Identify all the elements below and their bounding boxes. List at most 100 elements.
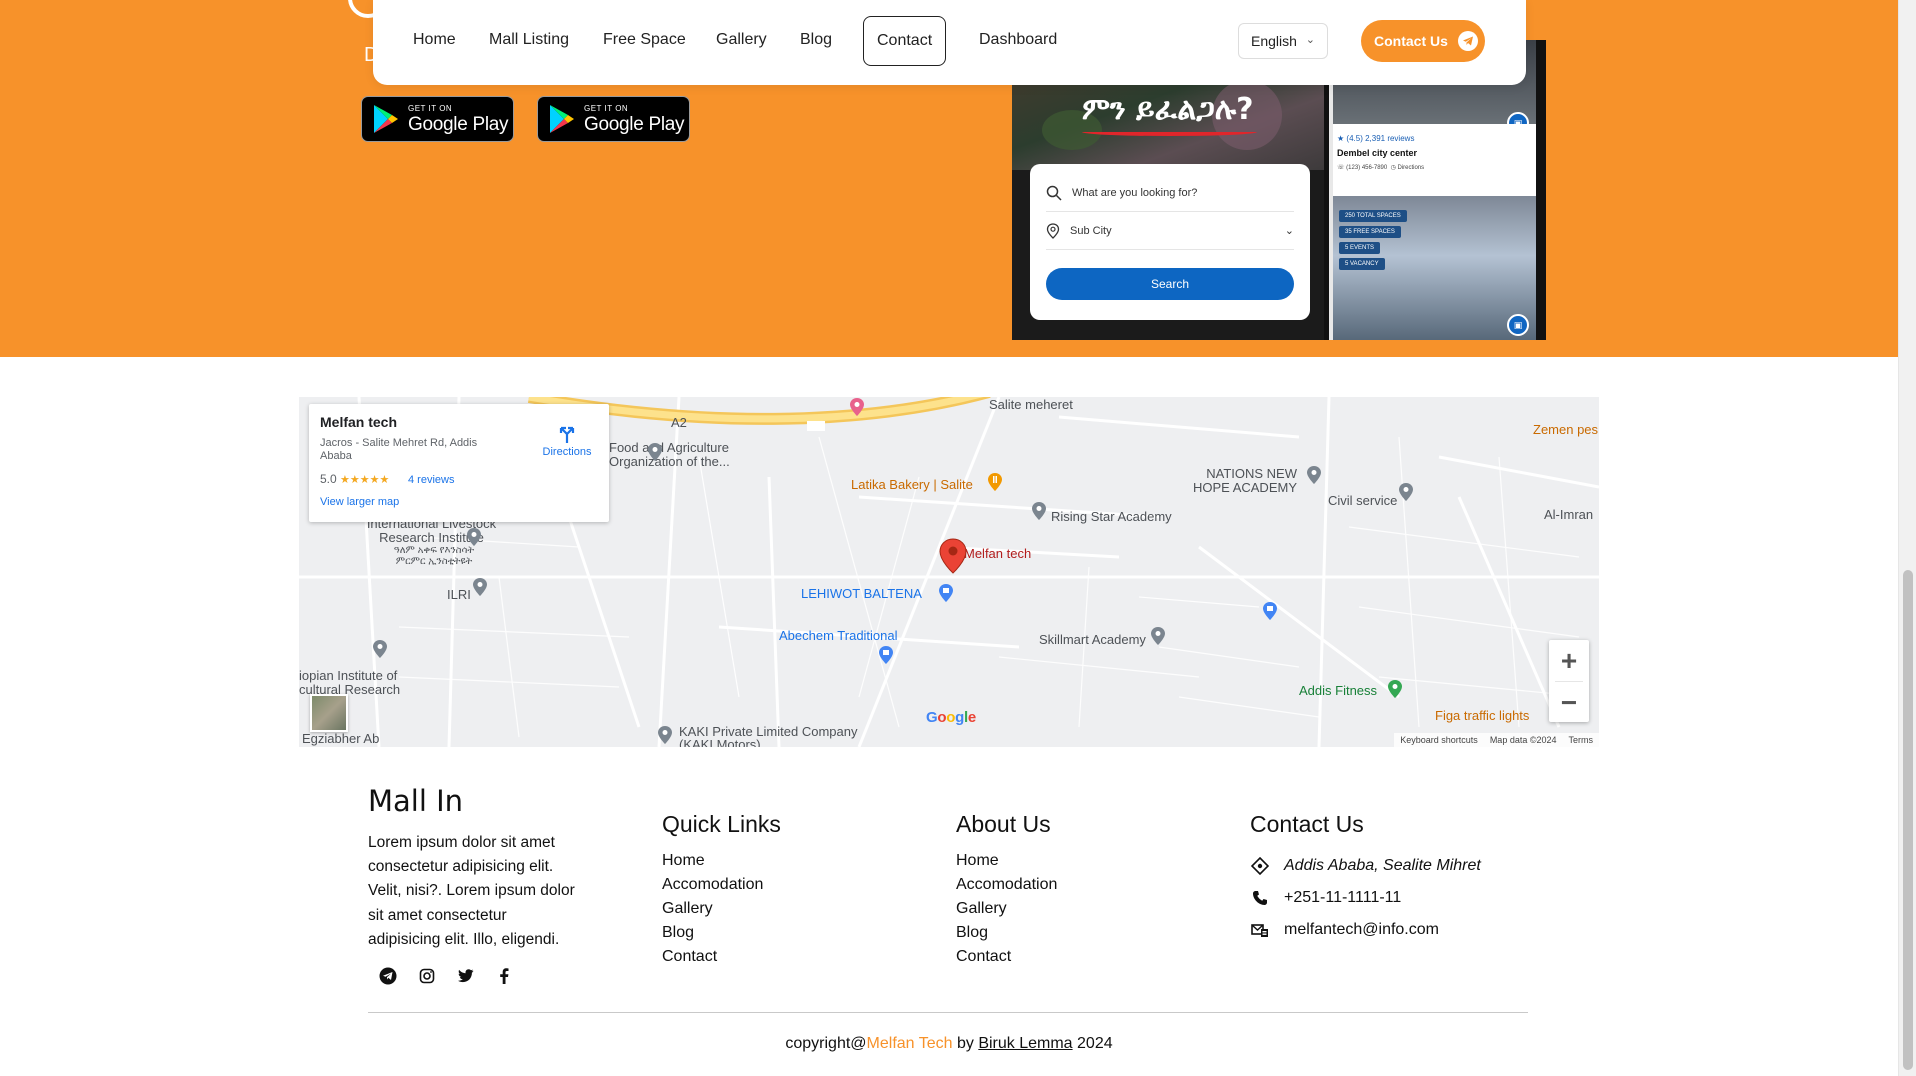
contact-phone-text[interactable]: +251-11-1111-11	[1284, 889, 1401, 907]
instagram-icon[interactable]	[417, 966, 437, 986]
poi-pin-icon[interactable]	[466, 527, 482, 547]
copyright-brand-link[interactable]: Melfan Tech	[867, 1035, 953, 1052]
about-link-blog[interactable]: Blog	[956, 924, 988, 942]
contact-address: Addis Ababa, Sealite Mihret	[1250, 856, 1481, 876]
nav-free-space[interactable]: Free Space	[603, 28, 686, 52]
listing-directions: Directions	[1397, 165, 1425, 171]
map-label-kaki: KAKI Private Limited Company (KAKI Motor…	[679, 724, 858, 747]
tag-free-spaces: 35 FREE SPACES	[1339, 226, 1401, 238]
poi-pin-icon[interactable]	[372, 639, 388, 659]
nav-contact[interactable]: Contact	[863, 16, 947, 66]
copyright-author-link[interactable]: Biruk Lemma	[978, 1035, 1072, 1052]
poi-pin-icon[interactable]	[647, 442, 663, 462]
map-label-rising: Rising Star Academy	[1051, 509, 1172, 524]
nav-dashboard[interactable]: Dashboard	[979, 28, 1057, 52]
shopping-pin-icon[interactable]	[938, 583, 954, 603]
store-icon: ▣	[1507, 314, 1529, 336]
quick-links-title: Quick Links	[662, 811, 781, 837]
telegram-icon[interactable]	[378, 966, 398, 986]
poi-pin-icon[interactable]	[1398, 482, 1414, 502]
location-diamond-icon	[1250, 856, 1270, 876]
terms-link[interactable]: Terms	[1569, 735, 1594, 745]
contact-address-text: Addis Ababa, Sealite Mihret	[1284, 857, 1481, 874]
nav-blog[interactable]: Blog	[800, 28, 832, 52]
page-scrollbar[interactable]	[1898, 0, 1916, 1076]
fitness-pin-icon[interactable]	[1387, 679, 1403, 699]
mail-icon	[1250, 920, 1270, 940]
quick-link-home[interactable]: Home	[662, 852, 705, 870]
school-pin-icon[interactable]	[1306, 465, 1322, 485]
badge-big-text: Google Play	[408, 113, 509, 135]
phone-search-field: What are you looking for?	[1046, 174, 1294, 212]
listing-phone: (123) 456-7890	[1346, 165, 1388, 171]
about-link-gallery[interactable]: Gallery	[956, 900, 1007, 918]
telegram-icon	[1457, 31, 1478, 51]
place-rating: 5.0 ★★★★★	[320, 472, 389, 486]
shopping-pin-icon[interactable]	[878, 645, 894, 665]
directions-button[interactable]: Directions	[537, 424, 597, 458]
badge-big-text: Google Play	[584, 113, 685, 135]
place-info-card: Melfan tech Jacros - Salite Mehret Rd, A…	[309, 404, 609, 522]
phone-mockup-listing: ▣ ★ (4.5) 2,391 reviews Dembel city cent…	[1326, 40, 1546, 340]
zoom-out-button[interactable]: −	[1549, 682, 1589, 723]
nav-gallery[interactable]: Gallery	[716, 28, 767, 52]
contact-phone: +251-11-1111-11	[1250, 888, 1401, 908]
map-label-egziabher: Egziabher Ab	[302, 731, 380, 746]
twitter-icon[interactable]	[456, 966, 476, 986]
map-label-alimran: Al-Imran	[1544, 507, 1594, 522]
reviews-link[interactable]: 4 reviews	[408, 474, 454, 486]
map-label-civil: Civil service	[1328, 493, 1398, 508]
zoom-in-button[interactable]: +	[1549, 640, 1589, 681]
google-play-badge-2[interactable]: GET IT ON Google Play	[537, 96, 690, 142]
phone-mockup-search: ምን ይፈልጋሉ? What are you looking for? Sub …	[1012, 40, 1328, 340]
poi-pin-icon[interactable]	[472, 577, 488, 597]
view-larger-map-link[interactable]: View larger map	[320, 496, 399, 508]
listing-rating: ★ (4.5) 2,391 reviews	[1337, 134, 1415, 143]
google-logo: Google	[926, 709, 976, 726]
google-map-embed[interactable]: A2 Food and Agriculture Organization of …	[299, 397, 1599, 747]
nav-home[interactable]: Home	[413, 28, 456, 52]
map-label-skillmart: Skillmart Academy	[1039, 632, 1146, 647]
shopping-pin-icon[interactable]	[1262, 601, 1278, 621]
map-label-figa: Figa traffic lights	[1435, 708, 1530, 723]
keyboard-shortcuts-link[interactable]: Keyboard shortcuts	[1400, 735, 1478, 745]
place-name: Melfan tech	[320, 414, 398, 430]
badge-small-text: GET IT ON	[408, 103, 453, 113]
contact-us-button[interactable]: Contact Us	[1361, 20, 1485, 62]
map-label-ilri: ILRI	[447, 587, 471, 602]
place-address: Jacros - Salite Mehret Rd, Addis Ababa	[320, 437, 478, 462]
scrollbar-thumb[interactable]	[1903, 570, 1913, 1070]
road-label: A2	[671, 415, 687, 430]
hotel-pin-icon[interactable]	[849, 397, 865, 417]
about-us-title: About Us	[956, 811, 1051, 837]
contact-us-title: Contact Us	[1250, 811, 1364, 837]
melfan-tech-pin-icon[interactable]	[939, 538, 967, 574]
map-zoom-control: + −	[1549, 640, 1589, 722]
about-link-contact[interactable]: Contact	[956, 948, 1011, 966]
quick-link-contact[interactable]: Contact	[662, 948, 717, 966]
about-link-accomodation[interactable]: Accomodation	[956, 876, 1057, 894]
quick-link-gallery[interactable]: Gallery	[662, 900, 713, 918]
satellite-toggle-button[interactable]	[310, 694, 348, 732]
poi-pin-icon[interactable]	[657, 725, 673, 745]
map-label-abechem: Abechem Traditional	[779, 628, 898, 643]
restaurant-pin-icon[interactable]	[987, 472, 1003, 492]
language-select[interactable]: English ⌄	[1238, 23, 1328, 59]
school-pin-icon[interactable]	[1150, 626, 1166, 646]
map-label-salite: Salite meheret	[989, 397, 1073, 412]
directions-icon	[559, 426, 575, 443]
nav-mall-listing[interactable]: Mall Listing	[489, 28, 569, 52]
about-link-home[interactable]: Home	[956, 852, 999, 870]
google-play-badge[interactable]: GET IT ON Google Play	[361, 96, 514, 142]
copyright-by: by	[952, 1035, 979, 1052]
contact-us-label: Contact Us	[1374, 33, 1448, 49]
listing-name: Dembel city center	[1337, 148, 1418, 158]
quick-link-blog[interactable]: Blog	[662, 924, 694, 942]
quick-link-accomodation[interactable]: Accomodation	[662, 876, 763, 894]
top-navbar: Home Mall Listing Free Space Gallery Blo…	[373, 0, 1526, 85]
map-label-latika: Latika Bakery | Salite	[851, 477, 973, 492]
contact-email-text[interactable]: melfantech@info.com	[1284, 921, 1439, 939]
facebook-icon[interactable]	[494, 966, 514, 986]
map-label-livestock-am: ዓለም አቀፍ የእንስሳት ምርምር ኢንስቲትዩት	[393, 545, 475, 567]
school-pin-icon[interactable]	[1031, 501, 1047, 521]
